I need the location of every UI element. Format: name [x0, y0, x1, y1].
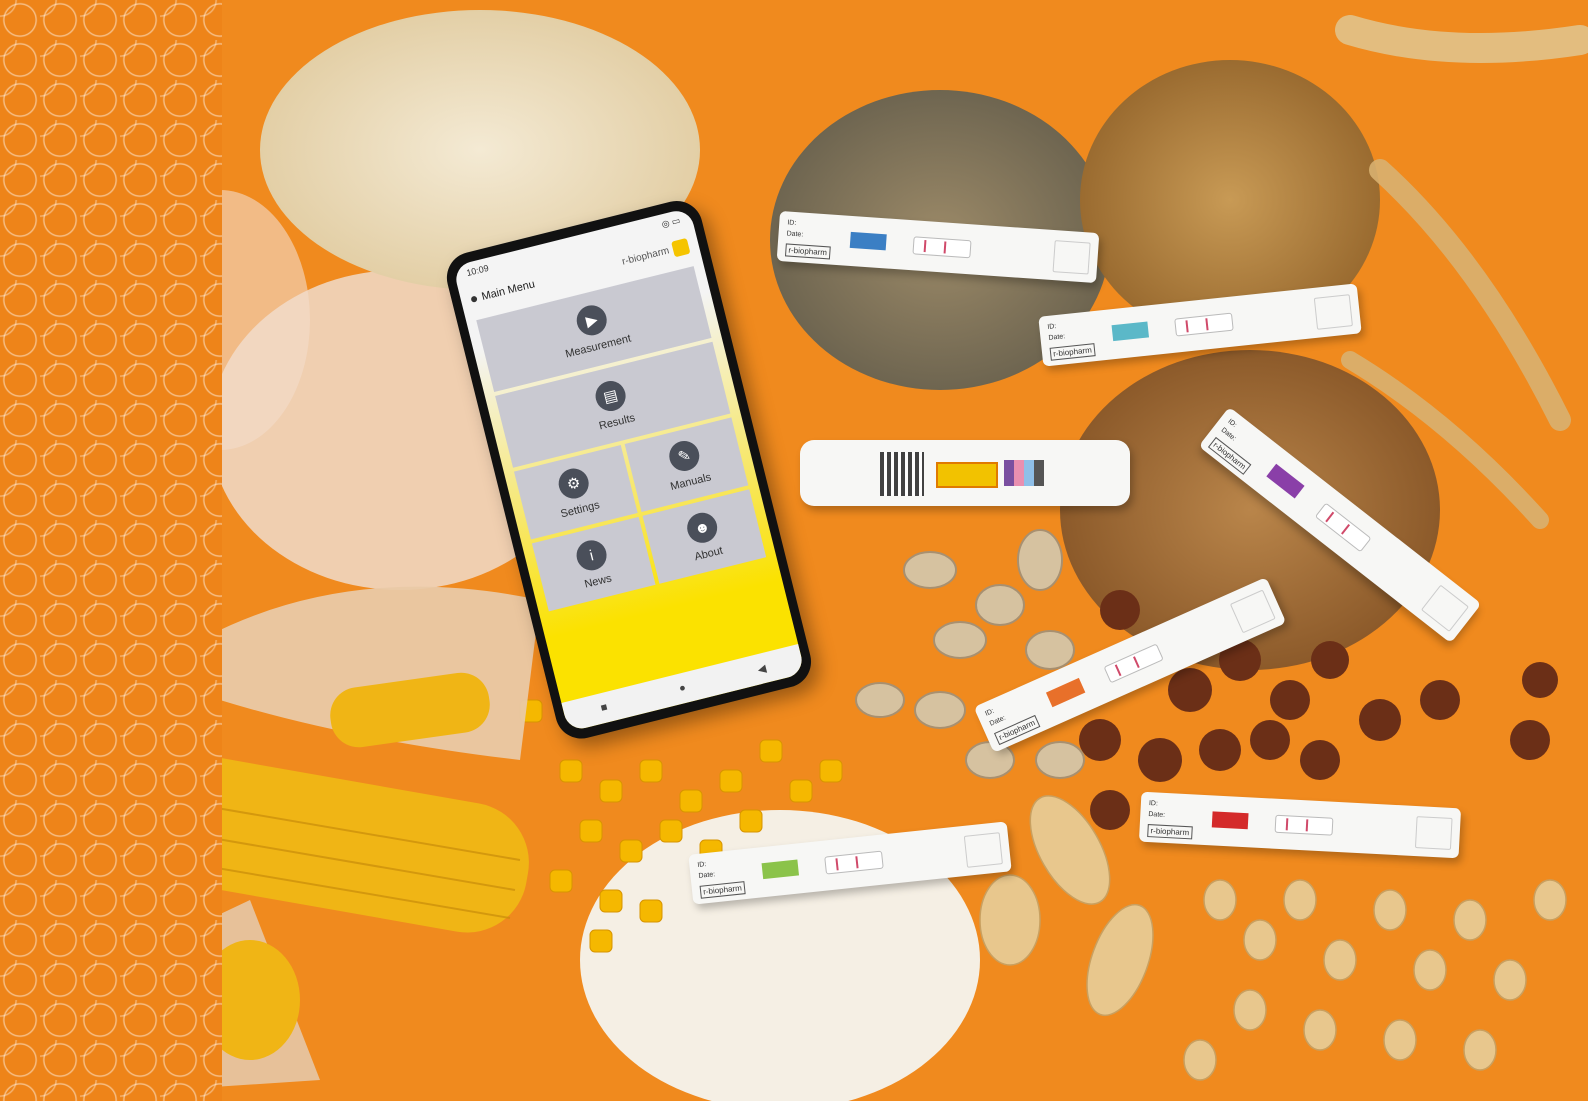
date-label: Date:	[1048, 333, 1066, 342]
strip-labels: ID: Date:	[1218, 416, 1245, 444]
recents-icon[interactable]: ■	[600, 701, 609, 714]
strip-brand: r-biopharm	[784, 243, 831, 260]
status-icons: ◎ ▭	[660, 215, 682, 230]
strip-labels: ID: Date:	[1148, 798, 1166, 821]
test-window	[912, 236, 972, 259]
wheat-ear	[1369, 159, 1571, 431]
about-label: About	[693, 544, 725, 564]
manuals-label: Manuals	[669, 471, 713, 494]
test-window	[1103, 643, 1164, 684]
strip-code-label	[1111, 321, 1150, 342]
people-icon: ☻	[683, 509, 721, 546]
status-time: 10:09	[465, 262, 490, 279]
id-label: ID:	[1047, 323, 1057, 331]
oat-stalk	[1335, 15, 1588, 63]
date-label: Date:	[786, 230, 804, 239]
wrench-icon: ✎	[666, 437, 703, 475]
strip-brand: r-biopharm	[699, 881, 746, 899]
news-label: News	[583, 572, 613, 591]
strip-code-label	[849, 231, 887, 251]
sample-pad	[1229, 589, 1276, 634]
strip-code-label	[761, 859, 800, 880]
test-window	[1274, 814, 1334, 836]
home-icon[interactable]: ●	[678, 682, 687, 695]
date-label: Date:	[1219, 426, 1238, 443]
measurement-label: Measurement	[564, 332, 633, 361]
strip-brand: r-biopharm	[1147, 824, 1193, 840]
bullet-icon	[470, 295, 478, 303]
date-label: Date:	[988, 714, 1007, 728]
strip-labels: ID: Date:	[1047, 320, 1066, 344]
sample-pad	[1414, 816, 1453, 850]
back-icon[interactable]: ◀	[756, 661, 767, 676]
document-icon: ▤	[592, 377, 629, 415]
id-label: ID:	[1148, 800, 1159, 808]
main-menu-grid: ▶ Measurement ▤ Results ⚙ Settings ✎ Man…	[476, 266, 767, 615]
strip-code-label	[1266, 463, 1305, 499]
brand-text: r-biopharm	[620, 245, 671, 268]
test-window	[1174, 312, 1234, 337]
decorative-pattern-band	[0, 0, 222, 1101]
page-title: Main Menu	[470, 278, 536, 305]
info-icon: i	[573, 537, 610, 574]
strip-brand: r-biopharm	[1049, 343, 1096, 361]
strip-labels: ID: Date:	[786, 217, 804, 240]
test-window	[824, 850, 884, 875]
pistachio-pile	[855, 529, 1085, 779]
id-label: ID:	[1226, 418, 1238, 430]
sample-pad	[963, 832, 1003, 868]
settings-label: Settings	[559, 499, 601, 521]
sample-pad	[1052, 240, 1091, 275]
strip-labels: ID: Date:	[697, 858, 716, 882]
color-calibration-icon	[1004, 460, 1044, 486]
strip-code-label	[1211, 811, 1249, 830]
play-icon: ▶	[573, 302, 610, 339]
id-label: ID:	[787, 219, 797, 228]
strip-code-label	[1045, 677, 1086, 708]
test-cassette	[800, 440, 1130, 506]
qr-code-icon	[880, 452, 924, 496]
date-label: Date:	[1148, 811, 1166, 819]
id-label: ID:	[697, 861, 707, 869]
date-label: Date:	[698, 871, 716, 880]
strip-labels: ID: Date:	[983, 703, 1007, 730]
test-window	[936, 462, 998, 488]
results-label: Results	[597, 411, 637, 433]
app-logo-icon	[671, 237, 691, 258]
gear-icon: ⚙	[555, 465, 592, 502]
id-label: ID:	[984, 707, 996, 718]
page-title-text: Main Menu	[480, 278, 537, 304]
sample-pad	[1313, 294, 1353, 330]
sample-pad	[1420, 584, 1470, 632]
